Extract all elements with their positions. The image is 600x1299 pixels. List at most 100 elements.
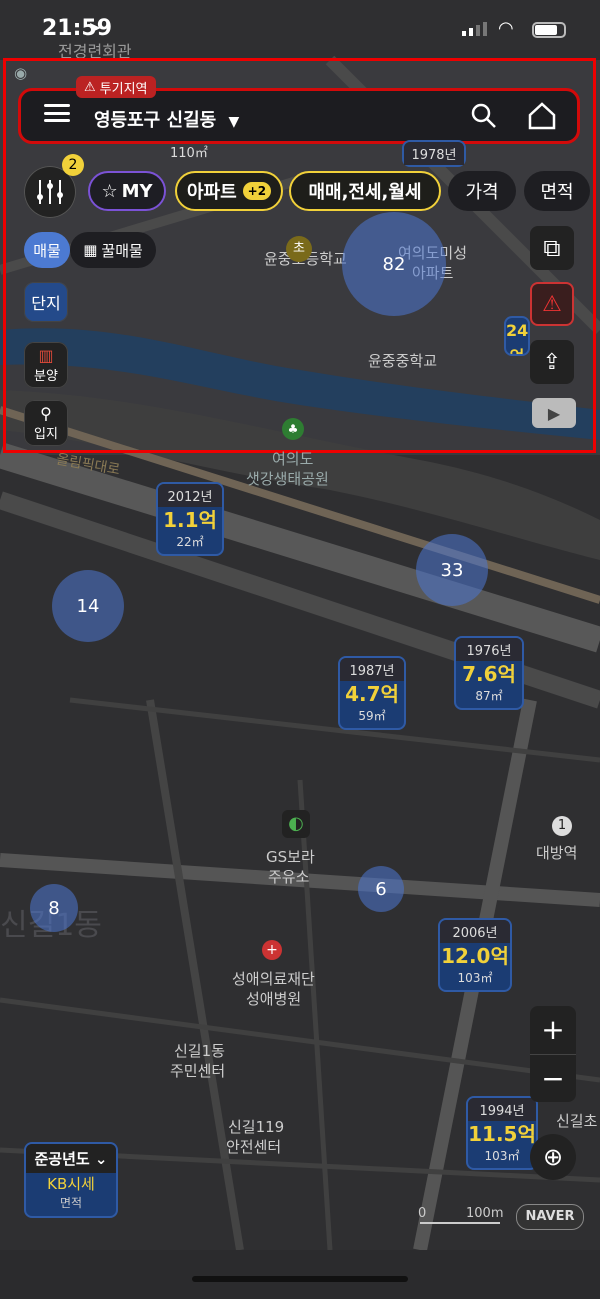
marker-price: 24.0억 <box>506 321 529 354</box>
zoom-in-button[interactable]: + <box>530 1006 576 1054</box>
hospital-icon[interactable]: + <box>262 940 282 960</box>
poi-label: 안전센터 <box>226 1138 282 1156</box>
honey-listing-toggle[interactable]: ▦ 꿀매물 <box>70 232 156 268</box>
poi-label: 주유소 <box>268 868 310 886</box>
marker-price: 4.7억 <box>345 682 399 706</box>
listing-cluster[interactable]: 14 <box>52 570 124 642</box>
scale-distance: 100m <box>466 1206 504 1221</box>
scale-zero: 0 <box>418 1206 427 1221</box>
listing-cluster[interactable]: 33 <box>416 534 488 606</box>
location-title[interactable]: 영등포구 신길동 ▼ <box>94 106 239 132</box>
presale-button[interactable]: ▥ 분양 <box>24 342 68 388</box>
play-icon[interactable]: ▶ <box>532 398 576 428</box>
price-chip[interactable]: 가격 <box>448 171 516 211</box>
complex-button[interactable]: 단지 <box>24 282 68 322</box>
zoom-control: + − <box>530 1006 576 1102</box>
search-icon[interactable] <box>470 102 498 130</box>
marker-area: 103㎡ <box>484 1149 520 1163</box>
price-marker[interactable]: 1994년 11.5억 103㎡ <box>466 1096 538 1170</box>
apartment-extra-badge: +2 <box>242 182 272 200</box>
price-label: 가격 <box>465 182 499 203</box>
price-marker[interactable]: 2006년 12.0억 103㎡ <box>438 918 512 992</box>
subway-icon[interactable]: 1 <box>552 816 572 836</box>
filter-count-badge: 2 <box>62 154 84 176</box>
signal-icon <box>462 22 490 36</box>
kb-price-label: KB시세 <box>47 1175 95 1193</box>
school-icon[interactable]: 초 <box>286 236 312 262</box>
listing-cluster[interactable]: 6 <box>358 866 404 912</box>
price-marker[interactable]: 1978년 <box>402 140 466 167</box>
poi-label: 신길초 <box>556 1112 598 1130</box>
marker-year: 1987년 <box>340 658 404 681</box>
apartment-label: 아파트 <box>186 182 237 203</box>
park-label: 샛강생태공원 <box>246 470 329 488</box>
chevron-down-icon: ▼ <box>228 114 240 130</box>
apartment-chip[interactable]: 아파트 +2 <box>175 171 283 211</box>
my-label: MY <box>121 180 153 202</box>
listing-label: 매물 <box>33 241 61 260</box>
scale-bar <box>420 1222 500 1224</box>
wifi-icon: ◠ <box>498 18 514 39</box>
gas-station-icon[interactable]: ◐ <box>282 810 310 838</box>
price-marker[interactable]: 1987년 4.7억 59㎡ <box>338 656 406 730</box>
menu-icon[interactable] <box>44 104 70 122</box>
price-marker[interactable]: 2012년 1.1억 22㎡ <box>156 482 224 556</box>
marker-year: 1994년 <box>468 1098 536 1121</box>
marker-area: 87㎡ <box>475 689 503 703</box>
my-chip[interactable]: ☆ MY <box>88 171 166 211</box>
marker-area: 59㎡ <box>358 709 386 723</box>
listing-cluster[interactable]: 8 <box>30 884 78 932</box>
poi-label: 신길1동 <box>174 1042 225 1060</box>
marker-area: 22㎡ <box>176 535 204 549</box>
legend-box[interactable]: 준공년도 ⌄ KB시세 면적 <box>24 1142 118 1218</box>
home-indicator <box>192 1276 408 1282</box>
warning-text: 투기지역 <box>99 81 148 97</box>
home-icon[interactable] <box>526 100 558 132</box>
deal-type-label: 매매,전세,월세 <box>308 182 422 203</box>
poi-label: 성애병원 <box>246 990 302 1008</box>
presale-label: 분양 <box>34 369 58 384</box>
pin-icon: ⚲ <box>40 404 52 423</box>
speculation-warning-icon[interactable]: ⚠ <box>530 282 574 326</box>
chevron-down-icon: ⌄ <box>94 1150 108 1168</box>
park-label: 여의도 <box>272 450 314 468</box>
marker-price: 11.5억 <box>468 1122 536 1146</box>
location-text: 영등포구 신길동 <box>94 110 217 131</box>
marker-price: 7.6억 <box>462 662 516 686</box>
warning-badge: ⚠ 투기지역 <box>76 76 156 98</box>
poi-label: GS보라 <box>266 848 315 866</box>
year-filter-label: 준공년도 <box>34 1150 90 1168</box>
naver-logo: NAVER <box>516 1204 584 1230</box>
area-chip[interactable]: 면적 <box>524 171 590 211</box>
year-filter[interactable]: 준공년도 ⌄ <box>26 1144 116 1173</box>
location-arrow-icon: ➤ <box>88 18 102 37</box>
poi-label: 신길119 <box>228 1118 285 1136</box>
marker-year: 2012년 <box>158 484 222 507</box>
marker-area: 103㎡ <box>457 971 493 985</box>
marker-area: 110㎡ <box>170 146 208 161</box>
price-marker[interactable]: 24.0억 <box>504 316 530 356</box>
poi-label: 성애의료재단 <box>232 970 315 988</box>
complex-label: 단지 <box>31 294 61 313</box>
marker-year: 1978년 <box>404 142 464 165</box>
warning-icon: ⚠ <box>84 79 96 95</box>
share-icon[interactable]: ⇪ <box>530 340 574 384</box>
building-icon: ▥ <box>38 346 54 365</box>
deal-type-chip[interactable]: 매매,전세,월세 <box>289 171 441 211</box>
poi-label: 주민센터 <box>170 1062 226 1080</box>
station-label: 대방역 <box>536 844 578 862</box>
area-legend-label: 면적 <box>59 1196 83 1210</box>
area-label: 면적 <box>540 182 574 203</box>
zoom-out-button[interactable]: − <box>530 1054 576 1103</box>
marker-price: 1.1억 <box>163 508 217 532</box>
price-marker[interactable]: 1976년 7.6억 87㎡ <box>454 636 524 710</box>
current-location-icon[interactable]: ⊕ <box>530 1134 576 1180</box>
location-info-button[interactable]: ⚲ 입지 <box>24 400 68 446</box>
listing-toggle[interactable]: 매물 <box>24 232 70 268</box>
layers-icon[interactable]: ⧉ <box>530 226 574 270</box>
location-info-label: 입지 <box>34 427 58 442</box>
park-icon[interactable]: ♣ <box>282 418 304 440</box>
honey-listing-label: 꿀매물 <box>101 241 143 260</box>
school-label: 윤중중학교 <box>368 352 438 370</box>
listing-cluster[interactable]: 82 <box>342 212 446 316</box>
